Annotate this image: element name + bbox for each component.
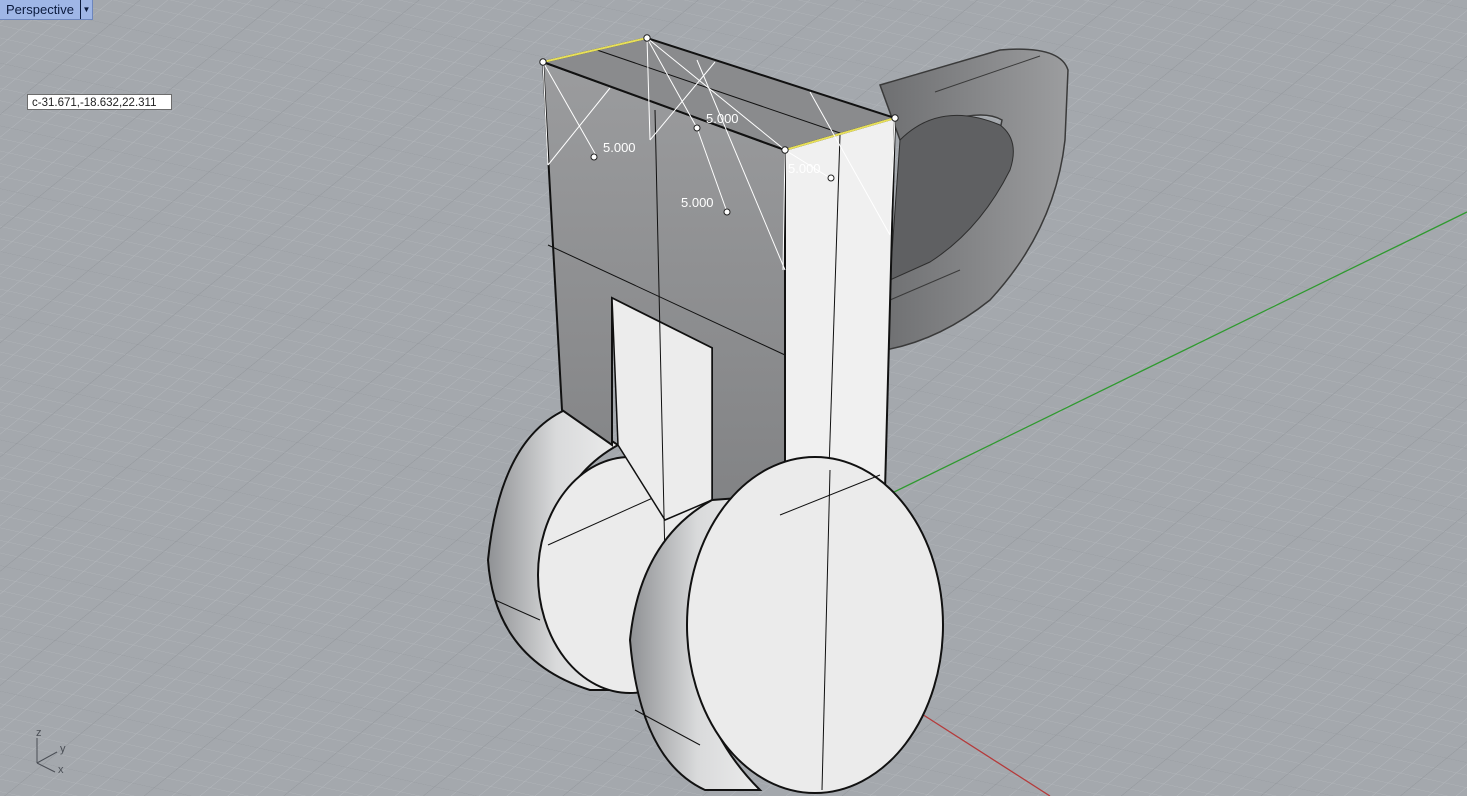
viewport-title[interactable]: Perspective — [0, 0, 80, 19]
3d-scene[interactable]: 5.000 5.000 5.000 5.000 z y x — [0, 0, 1467, 796]
dimension-label[interactable]: 5.000 — [788, 161, 821, 176]
coordinate-readout: c-31.671,-18.632,22.311 — [27, 94, 172, 110]
perspective-viewport[interactable]: 5.000 5.000 5.000 5.000 z y x Perspectiv… — [0, 0, 1467, 796]
dimension-label[interactable]: 5.000 — [681, 195, 714, 210]
gizmo-z-label: z — [36, 727, 42, 739]
gizmo-x-label: x — [58, 764, 64, 776]
dimension-label[interactable]: 5.000 — [603, 140, 636, 155]
viewport-title-tab[interactable]: Perspective ▼ — [0, 0, 93, 20]
gizmo-y-label: y — [60, 743, 66, 755]
dropdown-arrow-icon[interactable]: ▼ — [79, 0, 92, 19]
dimension-label[interactable]: 5.000 — [706, 111, 739, 126]
